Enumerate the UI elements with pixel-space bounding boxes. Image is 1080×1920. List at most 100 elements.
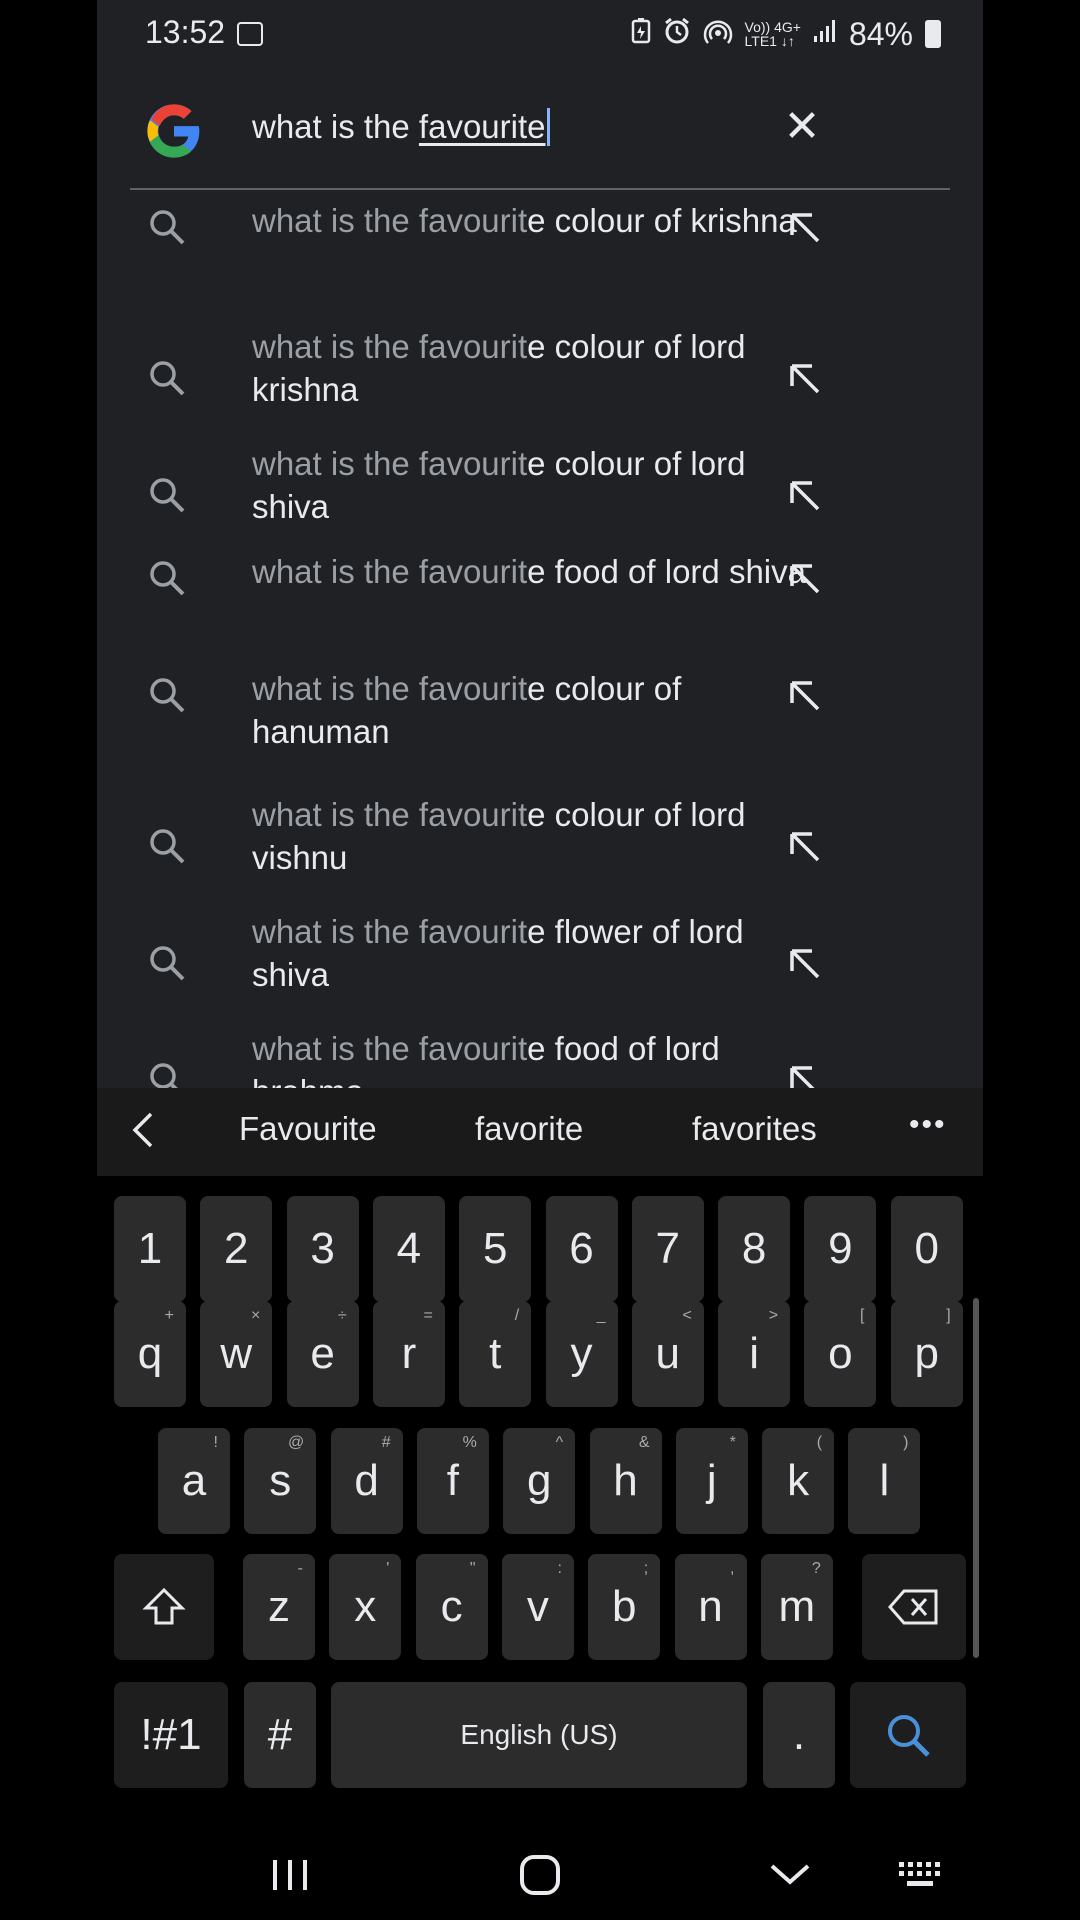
recents-icon[interactable] — [265, 1850, 315, 1900]
keyboard-suggestion-2[interactable]: favorite — [475, 1110, 583, 1148]
key-hint: + — [164, 1307, 174, 1324]
battery-saver-icon — [631, 17, 651, 51]
key-g[interactable]: g ^ — [503, 1428, 576, 1534]
battery-icon — [925, 20, 941, 48]
key-v[interactable]: v: — [501, 1554, 574, 1660]
symbols-key[interactable]: !#1 — [114, 1682, 228, 1788]
key-7[interactable]: 7 — [631, 1196, 704, 1302]
suggestion-item[interactable]: what is the favourite colour of lord shi… — [97, 424, 983, 541]
keyboard-icon[interactable] — [897, 1850, 945, 1900]
arrow-up-left-icon[interactable] — [782, 556, 826, 600]
key-0[interactable]: 0 — [890, 1196, 963, 1302]
suggestion-item[interactable]: what is the favourite flower of lord shi… — [97, 892, 983, 1009]
key-x[interactable]: x ' — [329, 1554, 402, 1660]
key-n[interactable]: n, — [674, 1554, 747, 1660]
key-s[interactable]: s @ — [244, 1428, 317, 1534]
suggestion-text: what is the favourite colour of krishna — [252, 202, 797, 239]
key-hint: ; — [643, 1560, 649, 1577]
arrow-up-left-icon[interactable] — [782, 1058, 826, 1088]
search-input[interactable]: what is the favourite — [252, 108, 550, 146]
status-icons: Vo)) 4G+ LTE1 ↓↑ 84% — [631, 14, 941, 54]
keyboard-suggestion-3[interactable]: favorites — [692, 1110, 817, 1148]
arrow-up-left-icon[interactable] — [782, 356, 826, 400]
key-r[interactable]: r = — [372, 1301, 445, 1407]
more-options-icon[interactable]: ••• — [909, 1108, 947, 1142]
key-t[interactable]: t / — [459, 1301, 532, 1407]
key-5[interactable]: 5 — [459, 1196, 532, 1302]
search-icon — [150, 478, 185, 513]
key-d[interactable]: d # — [330, 1428, 403, 1534]
key-a[interactable]: a! — [158, 1428, 230, 1534]
key-hint: * — [729, 1434, 736, 1451]
space-key[interactable]: English (US) — [331, 1682, 747, 1788]
google-logo-icon[interactable] — [145, 102, 203, 160]
key-6[interactable]: 6 — [545, 1196, 618, 1302]
signal-icon — [813, 19, 837, 50]
suggestion-text: what is the favourite flower of lord shi… — [252, 913, 744, 993]
chevron-left-icon[interactable] — [125, 1110, 165, 1150]
suggestion-item[interactable]: what is the favourite colour of lord kri… — [97, 307, 983, 424]
key-m[interactable]: m? — [760, 1554, 833, 1660]
period-key[interactable]: . — [763, 1682, 835, 1788]
hash-key[interactable]: # — [244, 1682, 316, 1788]
search-icon — [150, 361, 185, 396]
arrow-up-left-icon[interactable] — [782, 941, 826, 985]
key-hint: ^ — [555, 1434, 564, 1451]
clear-icon[interactable]: ✕ — [777, 102, 827, 152]
key-p[interactable]: p] — [890, 1301, 963, 1407]
key-o[interactable]: o[ — [804, 1301, 877, 1407]
hotspot-icon — [703, 17, 733, 52]
key-e[interactable]: e ÷ — [286, 1301, 359, 1407]
key-hint: [ — [859, 1307, 865, 1324]
home-icon[interactable] — [515, 1850, 565, 1900]
shift-icon — [142, 1587, 186, 1625]
key-hint: ] — [946, 1307, 951, 1324]
key-hint: % — [462, 1434, 477, 1451]
keyboard-suggestion-1[interactable]: Favourite — [239, 1110, 377, 1148]
arrow-up-left-icon[interactable] — [782, 473, 826, 517]
key-y[interactable]: y _ — [545, 1301, 618, 1407]
key-h[interactable]: h & — [589, 1428, 662, 1534]
search-icon — [150, 829, 185, 864]
key-j[interactable]: j * — [675, 1428, 748, 1534]
search-icon — [150, 210, 185, 245]
search-icon — [150, 1063, 178, 1088]
suggestion-item[interactable]: what is the favourite colour of hanuman — [97, 658, 983, 775]
chevron-down-icon[interactable] — [765, 1850, 815, 1900]
key-f[interactable]: f% — [416, 1428, 489, 1534]
key-8[interactable]: 8 — [718, 1196, 791, 1302]
key-l[interactable]: l) — [848, 1428, 921, 1534]
key-3[interactable]: 3 — [286, 1196, 359, 1302]
suggestion-item[interactable]: what is the favourite colour of krishna — [97, 190, 983, 307]
key-z[interactable]: z- — [243, 1554, 315, 1660]
suggestion-text: what is the favourite food of lord brahm… — [252, 1030, 720, 1088]
query-prefix: what is the — [252, 108, 419, 145]
key-4[interactable]: 4 — [372, 1196, 445, 1302]
key-u[interactable]: u < — [631, 1301, 704, 1407]
backspace-key[interactable] — [862, 1554, 966, 1660]
status-bar: 13:52 Vo)) 4G+ LTE1 ↓↑ 84% — [97, 0, 983, 70]
suggestion-text: what is the favourite colour of lord kri… — [252, 328, 746, 408]
shift-key[interactable] — [114, 1554, 214, 1660]
search-key[interactable] — [850, 1682, 966, 1788]
key-w[interactable]: w × — [200, 1301, 273, 1407]
key-c[interactable]: c " — [415, 1554, 488, 1660]
key-9[interactable]: 9 — [804, 1196, 877, 1302]
key-hint: : — [557, 1560, 562, 1577]
key-q[interactable]: q + — [114, 1301, 186, 1407]
key-hint: ) — [903, 1434, 909, 1451]
arrow-up-left-icon[interactable] — [782, 205, 826, 249]
suggestion-item[interactable]: what is the favourite food of lord brahm… — [97, 1009, 983, 1088]
arrow-up-left-icon[interactable] — [782, 673, 826, 717]
suggestion-item[interactable]: what is the favourite food of lord shiva — [97, 541, 983, 658]
key-hint: # — [381, 1434, 391, 1451]
key-i[interactable]: i > — [718, 1301, 791, 1407]
key-2[interactable]: 2 — [200, 1196, 273, 1302]
search-icon — [888, 1715, 930, 1757]
suggestion-item[interactable]: what is the favourite colour of lord vis… — [97, 775, 983, 892]
key-1[interactable]: 1 — [114, 1196, 186, 1302]
key-k[interactable]: k( — [762, 1428, 835, 1534]
key-hint: = — [423, 1307, 433, 1324]
key-b[interactable]: b; — [588, 1554, 661, 1660]
arrow-up-left-icon[interactable] — [782, 824, 826, 868]
